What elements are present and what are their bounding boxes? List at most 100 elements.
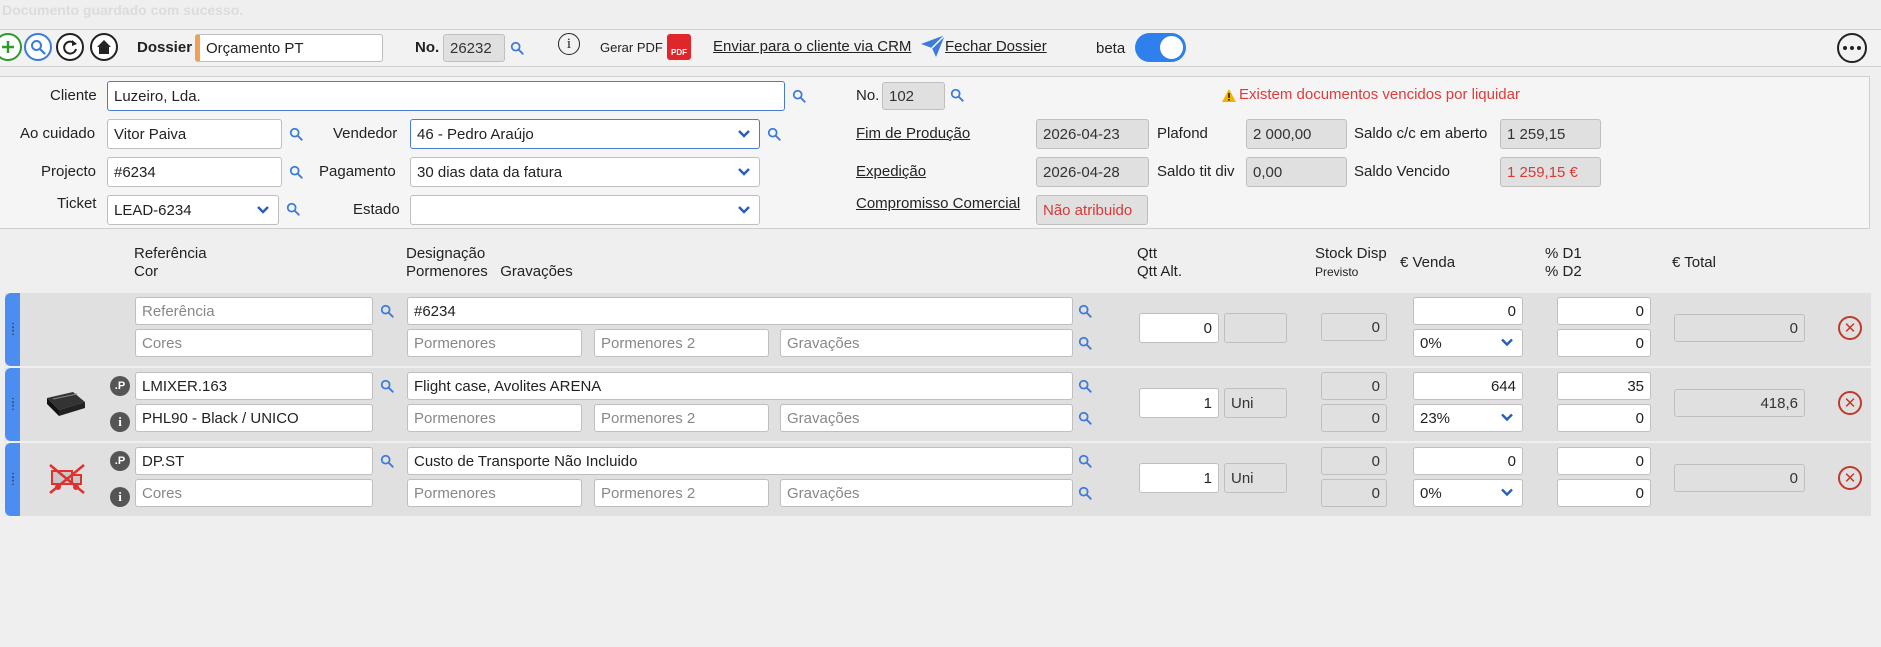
designacao-input[interactable]: Custo de Transporte Não Incluido [407,447,1073,475]
referencia-input[interactable]: LMIXER.163 [135,372,373,400]
price-badge-icon[interactable]: .P [110,376,130,396]
cor-input[interactable]: Cores [135,479,373,507]
iva-select[interactable]: 23% [1413,404,1523,432]
search-icon[interactable] [289,165,303,179]
vendedor-select[interactable]: 46 - Pedro Araújo [410,119,760,149]
pormenores2-input[interactable]: Pormenores 2 [594,404,769,432]
venda-input[interactable]: 644 [1413,372,1523,400]
qtt-input[interactable]: 1 [1139,463,1219,493]
ao-cuidado-input[interactable]: Vitor Paiva [107,119,282,149]
expedicao-value: 2026-04-28 [1036,157,1149,187]
pormenores-input[interactable]: Pormenores [407,404,582,432]
beta-label: beta [1096,40,1126,57]
home-icon[interactable] [90,33,118,61]
search-icon[interactable] [1078,379,1092,393]
compromisso-link[interactable]: Compromisso Comercial [856,195,1020,212]
delete-line-icon[interactable]: ✕ [1838,316,1862,340]
vendedor-label: Vendedor [333,125,398,142]
close-dossier-link[interactable]: Fechar Dossier [945,38,1047,55]
referencia-input[interactable]: Referência [135,297,373,325]
col-header-total: € Total [1672,254,1716,271]
stock-disp: 0 [1321,313,1387,341]
chevron-down-icon [1500,410,1514,427]
beta-toggle[interactable] [1135,33,1186,62]
qtt-alt-unit: Uni [1224,463,1287,493]
pormenores2-input[interactable]: Pormenores 2 [594,329,769,357]
doc-no-label: No. [856,87,880,104]
search-icon[interactable] [510,41,524,55]
saved-message: Documento guardado com sucesso. [2,2,244,18]
info-icon[interactable]: i [110,487,130,507]
designacao-input[interactable]: Flight case, Avolites ARENA [407,372,1073,400]
product-image [47,392,85,416]
qtt-input[interactable]: 0 [1139,313,1219,343]
fim-producao-link[interactable]: Fim de Produção [856,125,970,142]
pdf-icon[interactable]: PDF [667,34,691,60]
more-options-icon[interactable] [1837,33,1867,63]
cor-input[interactable]: PHL90 - Black / UNICO [135,404,373,432]
pormenores2-input[interactable]: Pormenores 2 [594,479,769,507]
cliente-input[interactable]: Luzeiro, Lda. [107,81,785,111]
discount-d2-input[interactable]: 0 [1557,479,1651,507]
doc-number: 102 [882,82,945,110]
iva-select[interactable]: 0% [1413,479,1523,507]
gravacoes-input[interactable]: Gravações [780,329,1073,357]
search-icon[interactable] [1078,304,1092,318]
col-header-designacao: Designação Pormenores Gravações [406,245,573,280]
discount-d2-input[interactable]: 0 [1557,329,1651,357]
search-icon[interactable] [1078,486,1092,500]
gravacoes-input[interactable]: Gravações [780,404,1073,432]
search-icon[interactable] [950,88,964,102]
refresh-icon[interactable] [56,33,84,61]
fim-producao-value: 2026-04-23 [1036,119,1149,149]
send-icon[interactable] [920,34,946,58]
search-icon[interactable] [1078,336,1092,350]
ticket-select[interactable]: LEAD-6234 [107,195,279,225]
estado-select[interactable] [410,195,760,225]
stock-disp: 0 [1321,447,1387,475]
search-icon[interactable] [380,304,394,318]
info-icon[interactable]: i [558,33,580,55]
designacao-input[interactable]: #6234 [407,297,1073,325]
send-crm-link[interactable]: Enviar para o cliente via CRM [713,38,911,55]
discount-d1-input[interactable]: 0 [1557,447,1651,475]
gravacoes-input[interactable]: Gravações [780,479,1073,507]
qtt-input[interactable]: 1 [1139,388,1219,418]
discount-d1-input[interactable]: 35 [1557,372,1651,400]
drag-handle-icon[interactable]: ⋮ ⋮ [5,443,20,516]
drag-handle-icon[interactable]: ⋮ ⋮ [5,293,20,366]
discount-d2-input[interactable]: 0 [1557,404,1651,432]
pdf-label[interactable]: Gerar PDF [600,40,663,55]
price-badge-icon[interactable]: .P [110,451,130,471]
pormenores-input[interactable]: Pormenores [407,329,582,357]
iva-select[interactable]: 0% [1413,329,1523,357]
projecto-input[interactable]: #6234 [107,157,282,187]
search-icon[interactable] [767,127,781,141]
search-icon[interactable] [1078,454,1092,468]
cor-input[interactable]: Cores [135,329,373,357]
referencia-input[interactable]: DP.ST [135,447,373,475]
add-icon[interactable] [0,33,22,61]
drag-handle-icon[interactable]: ⋮ ⋮ [5,368,20,441]
search-icon[interactable] [286,202,300,216]
delete-line-icon[interactable]: ✕ [1838,466,1862,490]
search-icon[interactable] [380,454,394,468]
dossier-input[interactable]: Orçamento PT [195,34,383,62]
qtt-alt-unit [1224,313,1287,343]
col-header-venda: € Venda [1400,254,1456,271]
no-transport-icon [49,464,85,494]
search-icon[interactable] [1078,411,1092,425]
pagamento-select[interactable]: 30 dias data da fatura [410,157,760,187]
search-icon[interactable] [380,379,394,393]
delete-line-icon[interactable]: ✕ [1838,391,1862,415]
col-header-referencia: Referência Cor [134,245,207,280]
venda-input[interactable]: 0 [1413,447,1523,475]
discount-d1-input[interactable]: 0 [1557,297,1651,325]
search-icon[interactable] [289,127,303,141]
search-icon[interactable] [24,33,52,61]
info-icon[interactable]: i [110,412,130,432]
pormenores-input[interactable]: Pormenores [407,479,582,507]
expedicao-link[interactable]: Expedição [856,163,926,180]
search-icon[interactable] [792,89,806,103]
venda-input[interactable]: 0 [1413,297,1523,325]
